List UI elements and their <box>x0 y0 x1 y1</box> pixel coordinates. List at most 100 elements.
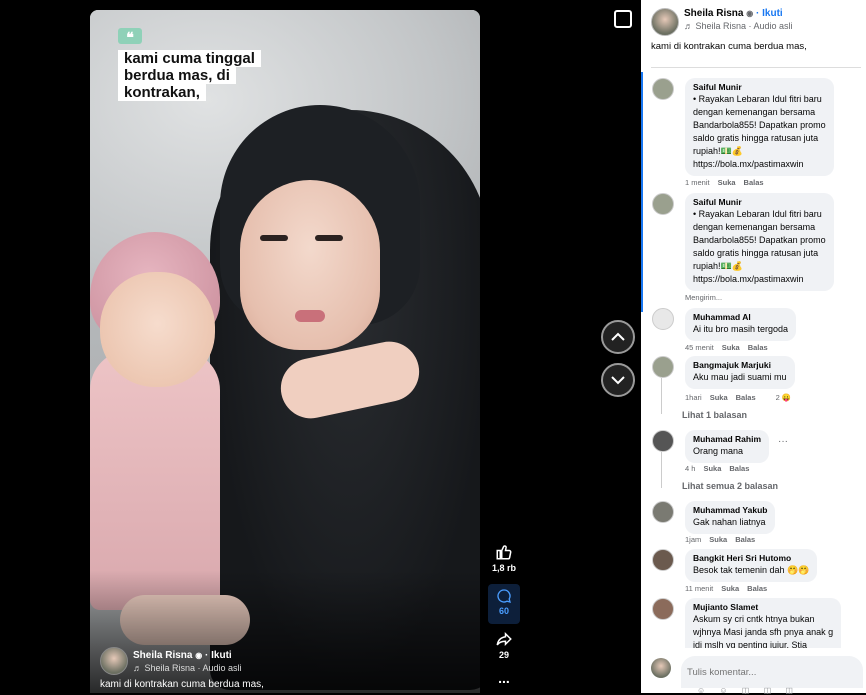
like-comment-button[interactable]: Suka <box>710 393 728 402</box>
quote-icon: ❝ <box>118 28 142 45</box>
globe-icon: ◉ <box>746 9 754 18</box>
reply-button[interactable]: Balas <box>744 178 764 187</box>
comment-actions: 1hari Suka Balas 2 😛 <box>685 393 791 402</box>
woman-eye-left <box>260 235 288 241</box>
comment-count: 60 <box>498 606 509 616</box>
chevron-up-icon <box>611 332 625 341</box>
comment-counter[interactable]: 60 <box>490 588 518 616</box>
share-icon <box>496 631 512 647</box>
video-description: kami di kontrakan cuma berdua mas, <box>100 679 264 690</box>
avatar[interactable] <box>652 501 674 523</box>
comment-bubble: Muhammad Al Ai itu bro masih tergoda <box>685 308 797 341</box>
avatar[interactable] <box>652 598 674 620</box>
previous-video-button[interactable] <box>601 320 635 354</box>
woman-eye-right <box>315 235 343 241</box>
comment-time: 1hari <box>685 393 702 402</box>
reply-button[interactable]: Balas <box>729 464 749 473</box>
divider <box>651 67 861 68</box>
like-comment-button[interactable]: Suka <box>721 584 739 593</box>
panel-author-name[interactable]: Sheila Risna <box>684 8 743 19</box>
video-author: Sheila Risna ◉ · Ikuti ♬ Sheila Risna · … <box>100 647 242 675</box>
comment-text: Aku mau jadi suami mu <box>693 372 787 382</box>
panel-caption: kami di kontrakan cuma berdua mas, <box>651 41 807 52</box>
reaction-count[interactable]: 2 😛 <box>776 393 792 402</box>
avatar[interactable] <box>652 549 674 571</box>
comment-author[interactable]: Bangmajuk Marjuki <box>693 360 787 371</box>
comment-text: Ai itu bro masih tergoda <box>693 324 789 334</box>
comment-icon <box>497 589 511 603</box>
like-comment-button[interactable]: Suka <box>709 535 727 544</box>
share-button[interactable]: 29 <box>490 630 518 660</box>
caption-line: berdua mas, di <box>118 67 236 84</box>
comment-bubble: Bangkit Heri Sri Hutomo Besok tak temeni… <box>685 549 818 582</box>
like-icon <box>496 545 512 560</box>
next-video-button[interactable] <box>601 363 635 397</box>
comment-more-options[interactable]: ··· <box>778 436 788 447</box>
comment-time: 4 h <box>685 464 696 473</box>
comment-author[interactable]: Mujianto Slamet <box>693 602 833 613</box>
scrollbar[interactable] <box>641 72 643 312</box>
woman-mouth <box>295 310 325 322</box>
comment-text: Orang mana <box>693 446 744 456</box>
comment-actions: 45 menit Suka Balas <box>685 343 768 352</box>
comment-author[interactable]: Muhamad Rahim <box>693 434 761 445</box>
video-audio-label[interactable]: ♬ Sheila Risna · Audio asli <box>133 663 242 673</box>
like-comment-button[interactable]: Suka <box>722 343 740 352</box>
avatar[interactable] <box>652 356 674 378</box>
share-count: 29 <box>498 650 509 660</box>
composer-tool-icons[interactable]: ☺ ☺ ◫ ◫ ◫ <box>697 686 799 695</box>
caption-line: kontrakan, <box>118 84 206 101</box>
comment-time: 11 menit <box>685 584 714 593</box>
sidebar-toggle-icon[interactable] <box>614 10 632 28</box>
comment-input[interactable] <box>681 656 863 688</box>
comment-actions: 4 h Suka Balas <box>685 464 749 473</box>
comment-sending-status: Mengirim... <box>685 293 723 302</box>
comment-author[interactable]: Muhammad Yakub <box>693 505 767 516</box>
baby-face <box>100 272 215 387</box>
comment-bubble: Mujianto Slamet Askum sy cri cntk htnya … <box>685 598 842 648</box>
comment-author[interactable]: Bangkit Heri Sri Hutomo <box>693 553 809 564</box>
comment-time: 45 menit <box>685 343 714 352</box>
comment-text: • Rayakan Lebaran Idul fitri baru dengan… <box>693 94 826 169</box>
comment-actions: 1 menit Suka Balas <box>685 178 764 187</box>
globe-icon: ◉ <box>195 650 203 660</box>
comment-bubble: Muhammad Yakub Gak nahan liatnya <box>685 501 776 534</box>
thread-line <box>661 378 662 414</box>
like-comment-button[interactable]: Suka <box>703 464 721 473</box>
comment-bubble: Saiful Munir • Rayakan Lebaran Idul fitr… <box>685 193 834 291</box>
comment-item: Mujianto Slamet Askum sy cri cntk htnya … <box>652 598 866 648</box>
comment-bubble: Muhamad Rahim Orang mana <box>685 430 770 463</box>
avatar[interactable] <box>652 78 674 100</box>
video-caption-overlay: kami cuma tinggal berdua mas, di kontrak… <box>118 50 261 101</box>
avatar <box>651 658 671 678</box>
like-comment-button[interactable]: Suka <box>718 178 736 187</box>
thread-line <box>661 452 662 488</box>
like-button[interactable]: 1,8 rb <box>490 543 518 573</box>
panel-audio-label[interactable]: ♬ Sheila Risna · Audio asli <box>684 21 793 31</box>
reply-button[interactable]: Balas <box>735 535 755 544</box>
comment-author[interactable]: Muhammad Al <box>693 312 788 323</box>
reply-button[interactable]: Balas <box>736 393 756 402</box>
video-author-name[interactable]: Sheila Risna <box>133 650 192 661</box>
avatar[interactable] <box>100 647 128 675</box>
avatar[interactable] <box>652 308 674 330</box>
view-replies-link[interactable]: Lihat 1 balasan <box>682 410 747 420</box>
video-player[interactable]: ❝ kami cuma tinggal berdua mas, di kontr… <box>90 10 480 693</box>
avatar[interactable] <box>652 430 674 452</box>
caption-line: kami cuma tinggal <box>118 50 261 67</box>
reply-button[interactable]: Balas <box>747 584 767 593</box>
chevron-down-icon <box>611 376 625 385</box>
avatar[interactable] <box>652 193 674 215</box>
comment-time: 1 menit <box>685 178 710 187</box>
comment-text: Gak nahan liatnya <box>693 517 766 527</box>
reply-button[interactable]: Balas <box>748 343 768 352</box>
comment-author[interactable]: Saiful Munir <box>693 197 826 208</box>
avatar[interactable] <box>651 8 679 36</box>
comment-time: 1jam <box>685 535 702 544</box>
view-replies-link[interactable]: Lihat semua 2 balasan <box>682 481 778 491</box>
more-icon[interactable]: ... <box>490 670 518 686</box>
panel-follow-link[interactable]: · Ikuti <box>756 8 783 19</box>
comment-author[interactable]: Saiful Munir <box>693 82 826 93</box>
video-follow-link[interactable]: · Ikuti <box>205 650 232 661</box>
comment-text: Askum sy cri cntk htnya bukan wjhnya Mas… <box>693 614 834 648</box>
